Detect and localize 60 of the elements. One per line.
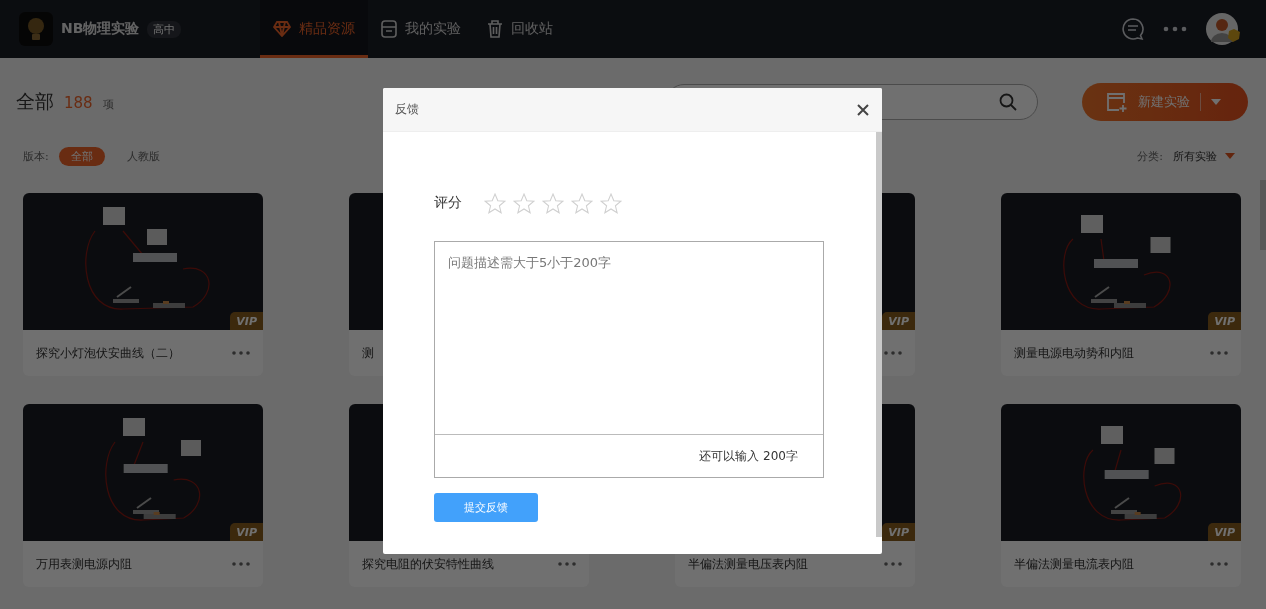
vip-badge: VIP xyxy=(1208,523,1241,541)
experiment-card[interactable]: VIP 探究小灯泡伏安曲线（二） xyxy=(23,193,263,376)
vip-badge: VIP xyxy=(230,312,263,330)
char-counter: 还可以输入 200字 xyxy=(699,447,798,465)
more-icon[interactable] xyxy=(232,562,250,566)
edition-option[interactable]: 人教版 xyxy=(114,146,172,166)
experiment-title: 半偏法测量电压表内阻 xyxy=(688,555,808,573)
dialog-title: 反馈 xyxy=(395,101,419,118)
more-icon[interactable] xyxy=(1210,562,1228,566)
vip-badge: VIP xyxy=(882,312,915,330)
more-icon[interactable] xyxy=(884,562,902,566)
star-icon[interactable] xyxy=(542,192,564,214)
new-experiment-button[interactable]: 新建实验 xyxy=(1082,83,1248,121)
close-icon[interactable] xyxy=(857,103,869,116)
vip-badge: VIP xyxy=(1208,312,1241,330)
app-name: NB物理实验 xyxy=(61,20,140,38)
caret-icon xyxy=(1211,99,1221,105)
item-count: 188 xyxy=(64,94,93,112)
trash-icon xyxy=(487,20,503,38)
star-icon[interactable] xyxy=(600,192,622,214)
folder-icon xyxy=(381,20,397,38)
experiment-title: 测 xyxy=(362,344,374,362)
more-icon[interactable] xyxy=(1210,351,1228,355)
add-window-icon xyxy=(1106,92,1128,112)
experiment-title: 半偏法测量电流表内阻 xyxy=(1014,555,1134,573)
submit-button[interactable]: 提交反馈 xyxy=(434,493,538,522)
vip-badge: VIP xyxy=(882,523,915,541)
star-icon[interactable] xyxy=(513,192,535,214)
experiment-title: 万用表测电源内阻 xyxy=(36,555,132,573)
category-dropdown[interactable]: 所有实验 xyxy=(1173,148,1235,164)
star-icon[interactable] xyxy=(571,192,593,214)
more-icon[interactable] xyxy=(232,351,250,355)
caret-icon xyxy=(1225,153,1235,159)
nav-tab[interactable]: 我的实验 xyxy=(368,0,474,58)
experiment-title: 探究电阻的伏安特性曲线 xyxy=(362,555,494,573)
feedback-textarea[interactable]: 问题描述需大于5小于200字 还可以输入 200字 xyxy=(434,241,824,478)
scrollbar[interactable] xyxy=(876,132,882,537)
category-label: 分类: xyxy=(1137,148,1163,164)
rating-label: 评分 xyxy=(434,194,462,212)
gem-icon xyxy=(273,21,291,37)
more-icon[interactable] xyxy=(1163,26,1187,32)
experiment-title: 测量电源电动势和内阻 xyxy=(1014,344,1134,362)
star-icon[interactable] xyxy=(484,192,506,214)
grade-badge: 高中 xyxy=(147,20,182,38)
edition-option[interactable]: 全部 xyxy=(58,146,105,166)
nav-tab[interactable]: 回收站 xyxy=(474,0,566,58)
vip-badge: VIP xyxy=(230,523,263,541)
bulb-logo-icon xyxy=(19,12,53,46)
experiment-card[interactable]: VIP 半偏法测量电流表内阻 xyxy=(1001,404,1241,587)
experiment-card[interactable]: VIP 测量电源电动势和内阻 xyxy=(1001,193,1241,376)
experiment-title: 探究小灯泡伏安曲线（二） xyxy=(36,344,180,362)
more-icon[interactable] xyxy=(884,351,902,355)
chat-icon[interactable] xyxy=(1121,17,1145,41)
count-unit: 项 xyxy=(102,97,114,112)
experiment-card[interactable]: VIP 万用表测电源内阻 xyxy=(23,404,263,587)
search-icon xyxy=(999,93,1017,111)
edition-label: 版本: xyxy=(23,148,49,164)
nav-tab[interactable]: 精品资源 xyxy=(260,0,368,58)
page-title: 全部 xyxy=(16,89,54,114)
more-icon[interactable] xyxy=(558,562,576,566)
